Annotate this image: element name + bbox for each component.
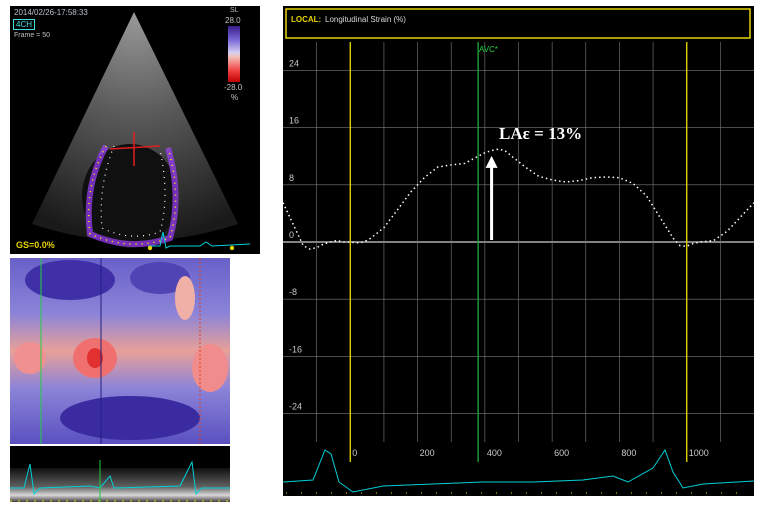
color-scale-bar [228,26,240,82]
x-tick-label: 800 [621,448,636,458]
x-tick-label: 200 [420,448,435,458]
y-tick-label: 8 [289,173,294,183]
chart-annotations [485,155,498,240]
peak-strain-annotation: LAε = 13% [499,124,583,143]
strain-heatmap [10,258,230,444]
avc-label: AVC* [479,45,498,54]
ecg-marker-start [147,245,153,251]
x-tick-label: 1000 [689,448,709,458]
graph-header-title: Longitudinal Strain (%) [325,15,406,24]
y-axis-ticks: 24 16 8 0 -8 -16 -24 [289,59,302,412]
scale-min-label: -28.0 [224,83,243,92]
strain-heatmap-panel[interactable] [10,258,230,444]
x-tick-label: 600 [554,448,569,458]
echo-sector [32,12,251,251]
frame-label: Frame = 50 [14,32,50,39]
scale-unit-top: SL [230,7,239,14]
peak-arrow-head [485,155,498,168]
ecg-strip [10,460,230,502]
graph-header-prefix: LOCAL: [291,15,322,24]
echo-image-panel[interactable]: 2014/02/26-17:58:33 4CH Frame = 50 SL 28… [10,6,260,254]
m-mode-band [10,468,230,502]
y-tick-label: -8 [289,287,297,297]
y-tick-label: -24 [289,401,302,411]
heatmap-blob-mid-right [175,276,195,320]
ecg-strip-panel[interactable] [10,446,230,502]
y-tick-label: 0 [289,230,294,240]
y-tick-label: 16 [289,116,299,126]
heatmap-blob-bottom [60,396,200,440]
ecg-marker-end [229,245,235,251]
view-badge[interactable]: 4CH [13,19,36,30]
strain-chart: 24 16 8 0 -8 -16 -24 0 200 400 600 800 1000 [283,8,754,494]
x-tick-label: 0 [352,448,357,458]
x-axis-ticks: 0 200 400 600 800 1000 [352,448,708,458]
x-tick-label: 400 [487,448,502,458]
scale-unit-label: % [231,93,239,102]
y-tick-label: 24 [289,59,299,69]
y-tick-label: -16 [289,344,302,354]
strain-graph-panel[interactable]: 24 16 8 0 -8 -16 -24 0 200 400 600 800 1000 LOCAL: … [283,6,754,496]
global-strain-label: GS=0.0% [16,240,55,250]
echo-timestamp: 2014/02/26-17:58:33 [14,8,88,17]
heatmap-blob-right [192,344,228,392]
scale-max-label: 28.0 [225,16,241,25]
